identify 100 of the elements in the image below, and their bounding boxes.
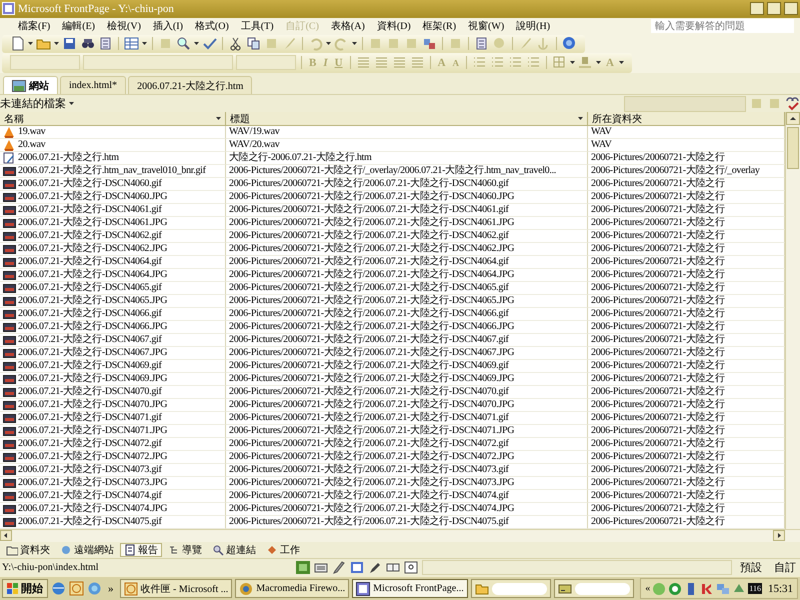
copy-icon[interactable]: [246, 36, 261, 52]
view-tab[interactable]: 導覽: [164, 542, 206, 557]
cubes-icon[interactable]: [422, 36, 437, 52]
table-cell: 2006-Pictures/20060721-大陸之行: [588, 412, 785, 425]
image-file-icon: [3, 386, 16, 398]
help-search-field[interactable]: 輸入需要解答的問題: [651, 19, 794, 34]
border-icon[interactable]: [552, 55, 568, 70]
table-cell: 2006-Pictures/20060721-大陸之行: [588, 320, 785, 334]
image-file-icon: [3, 346, 16, 359]
table-cell: 2006-Pictures/20060721-大陸之行: [588, 152, 785, 165]
horizontal-scrollbar[interactable]: [0, 528, 800, 542]
file-name: 2006.07.21-大陸之行-DSCN4071.JPG: [18, 424, 168, 437]
column-header[interactable]: 標題: [226, 112, 588, 126]
clock-icon[interactable]: [69, 581, 84, 596]
view-tab[interactable]: 遠端網站: [56, 542, 118, 557]
table-icon[interactable]: [124, 36, 139, 52]
highlighter-icon[interactable]: [578, 55, 594, 70]
report-icon: [124, 544, 136, 556]
keyboard-icon[interactable]: [314, 560, 328, 574]
document-tab[interactable]: 2006.07.21-大陸之行.htm: [128, 76, 252, 94]
page-icon[interactable]: [10, 36, 25, 52]
taskbar-button[interactable]: Microsoft FrontPage...: [352, 579, 468, 598]
menu-item[interactable]: 檔案(F): [12, 19, 56, 34]
menu-item[interactable]: 檢視(V): [101, 19, 147, 34]
column-header[interactable]: 名稱: [0, 112, 226, 126]
align-icon[interactable]: [410, 55, 425, 70]
pen-icon[interactable]: [332, 560, 346, 574]
start-button[interactable]: 開始: [2, 579, 48, 598]
tray-expand-button[interactable]: «: [645, 583, 650, 594]
more-button[interactable]: »: [105, 582, 116, 595]
view-tab[interactable]: 資料夾: [2, 542, 54, 557]
file-name: 2006.07.21-大陸之行-DSCN4073.gif: [18, 464, 162, 476]
image-file-icon: [3, 216, 16, 229]
restore-button[interactable]: [767, 2, 781, 16]
menu-item[interactable]: 格式(O): [188, 19, 235, 34]
menu-item[interactable]: 資料(D): [370, 19, 417, 34]
scroll-left-icon[interactable]: [0, 530, 12, 541]
document-tab[interactable]: 網站: [3, 76, 58, 94]
table-cell: 2006-Pictures/20060721-大陸之行/2006.07.21-大陸之行-DSCN4067.gif: [226, 334, 588, 347]
folder-icon: [6, 544, 18, 556]
image-file-icon: [3, 464, 16, 476]
menu-item[interactable]: 插入(I): [146, 19, 189, 34]
pencil-icon[interactable]: [368, 560, 382, 574]
view-tab[interactable]: 超連結: [208, 542, 260, 557]
menu-item[interactable]: 工具(T): [234, 19, 280, 34]
link-check-icon[interactable]: [785, 96, 800, 112]
menu-item[interactable]: 框架(R): [416, 19, 462, 34]
table-cell: 2006-Pictures/20060721-大陸之行/2006.07.21-大陸之行-DSCN4062.JPG: [226, 242, 588, 256]
magnifier-icon: [212, 544, 224, 556]
sound-file-icon: [3, 126, 16, 138]
checkmark-icon[interactable]: [202, 36, 217, 52]
table-cell: 2006-Pictures/20060721-大陸之行: [588, 256, 785, 269]
vertical-scrollbar[interactable]: [785, 112, 800, 529]
image-file-icon: [3, 256, 16, 268]
scroll-up-icon[interactable]: [786, 112, 800, 125]
report-dropdown[interactable]: [624, 96, 746, 112]
file-name: 2006.07.21-大陸之行-DSCN4062.JPG: [18, 242, 168, 255]
close-button[interactable]: [784, 2, 798, 16]
document-icon[interactable]: [474, 36, 489, 52]
file-name: 2006.07.21-大陸之行-DSCN4061.JPG: [18, 216, 168, 229]
grid-icon[interactable]: [386, 560, 400, 574]
align-icon[interactable]: [374, 55, 389, 70]
align-icon[interactable]: [392, 55, 407, 70]
table-cell: WAV: [588, 138, 785, 152]
taskbar-button[interactable]: [470, 579, 551, 598]
table-cell: 2006-Pictures/20060721-大陸之行/2006.07.21-大陸之行-DSCN4065.JPG: [226, 294, 588, 308]
app-icon: [239, 582, 254, 596]
align-icon[interactable]: [356, 55, 371, 70]
menu-item[interactable]: 編輯(E): [56, 19, 102, 34]
scroll-right-icon[interactable]: [773, 530, 785, 541]
scroll-thumb[interactable]: [787, 126, 799, 169]
scissors-icon[interactable]: [228, 36, 243, 52]
minimize-button[interactable]: [750, 2, 764, 16]
report-title[interactable]: 未連結的檔案: [0, 96, 66, 112]
file-name: 2006.07.21-大陸之行-DSCN4065.JPG: [18, 294, 168, 307]
image-file-icon: [3, 178, 16, 190]
taskbar-button[interactable]: [554, 579, 634, 598]
menu-item[interactable]: 說明(H): [510, 19, 556, 34]
table-cell: 2006-Pictures/20060721-大陸之行: [588, 398, 785, 412]
page-file-icon: [3, 152, 16, 164]
table-cell: 2006-Pictures/20060721-大陸之行: [588, 490, 785, 503]
menu-item[interactable]: 表格(A): [324, 19, 371, 34]
file-name: 2006.07.21-大陸之行-DSCN4061.gif: [18, 204, 162, 216]
document-tab[interactable]: index.html*: [60, 76, 126, 94]
table-cell: 2006-Pictures/20060721-大陸之行: [588, 242, 785, 256]
document-icon[interactable]: [98, 36, 113, 52]
tray-badge[interactable]: 116: [748, 583, 762, 594]
view-tab[interactable]: 報告: [120, 542, 162, 557]
taskbar-button[interactable]: Macromedia Firewo...: [235, 579, 350, 598]
taskbar-button[interactable]: 收件匣 - Microsoft ...: [120, 579, 232, 598]
image-file-icon: [3, 438, 16, 450]
file-name: 2006.07.21-大陸之行.htm: [18, 152, 119, 164]
table-cell: 2006-Pictures/20060721-大陸之行: [588, 216, 785, 230]
magnifier-icon[interactable]: [176, 36, 191, 52]
network-icon[interactable]: [716, 582, 730, 596]
image-file-icon: [3, 360, 16, 372]
table-cell: 2006-Pictures/20060721-大陸之行/2006.07.21-大陸之行-DSCN4060.JPG: [226, 190, 588, 204]
view-tab[interactable]: 工作: [262, 542, 304, 557]
menu-item[interactable]: 視窗(W): [462, 19, 510, 34]
status-mode: 預設: [739, 560, 763, 575]
